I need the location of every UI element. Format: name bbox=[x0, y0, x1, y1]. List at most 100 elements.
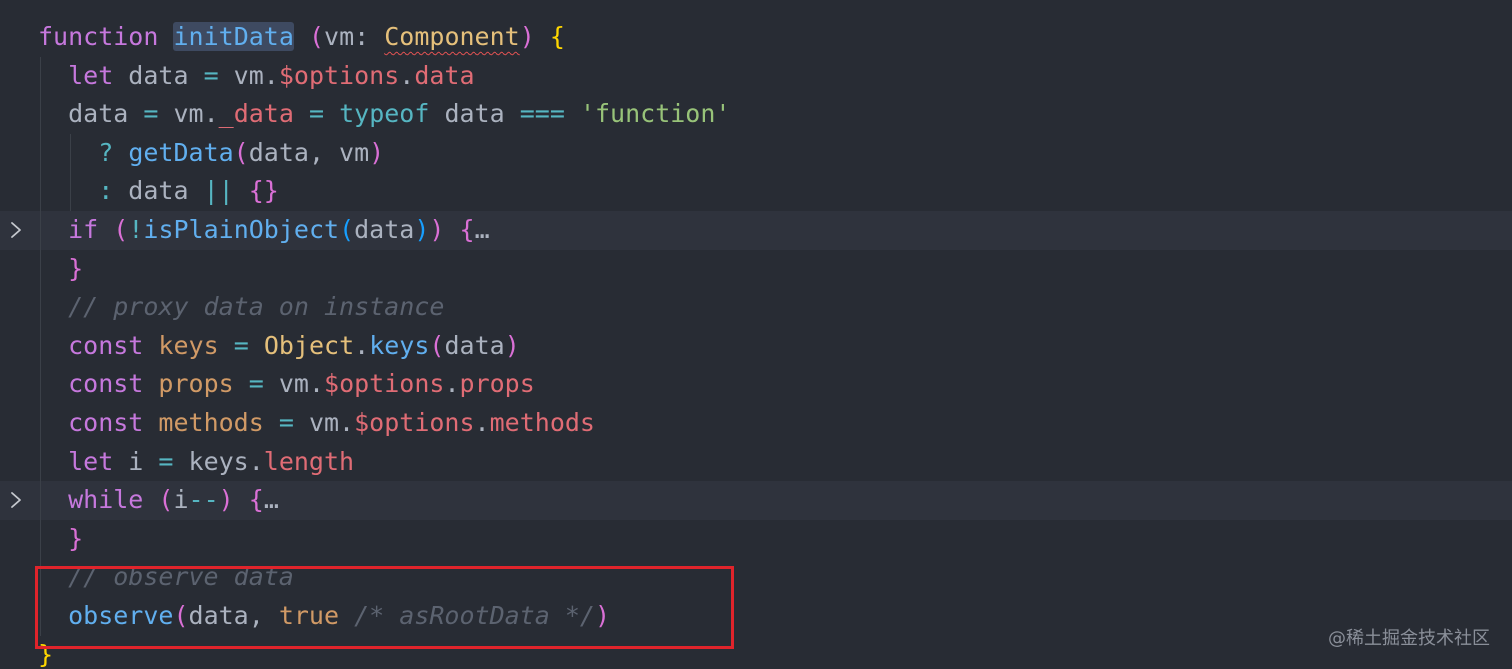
code-token: { bbox=[248, 485, 264, 515]
code-line[interactable]: observe(data, true /* asRootData */) bbox=[0, 597, 1512, 636]
code-token: // observe data bbox=[68, 562, 294, 592]
code-line[interactable]: // observe data bbox=[0, 558, 1512, 597]
indent-guide bbox=[40, 519, 41, 559]
code-line[interactable]: } bbox=[0, 636, 1512, 669]
code-token: = bbox=[143, 99, 159, 129]
code-token: ( bbox=[233, 137, 249, 167]
code-line[interactable]: function initData (vm: Component) { bbox=[0, 18, 1512, 57]
code-token: 'function' bbox=[579, 99, 731, 129]
code-text: // proxy data on instance bbox=[68, 288, 444, 327]
code-token: keys bbox=[158, 330, 219, 360]
code-token: data, bbox=[188, 601, 279, 630]
indent-guide bbox=[40, 133, 41, 173]
code-token: . bbox=[399, 60, 415, 90]
code-line[interactable]: const props = vm.$options.props bbox=[0, 365, 1512, 404]
code-text: } bbox=[68, 250, 83, 289]
code-token: = bbox=[158, 446, 174, 476]
code-text: let i = keys.length bbox=[68, 443, 354, 482]
code-line[interactable]: let i = keys.length bbox=[0, 442, 1512, 482]
code-token: ( bbox=[429, 330, 445, 360]
code-token: getData bbox=[128, 137, 234, 167]
indent-guide bbox=[40, 404, 41, 443]
indent-guide bbox=[40, 597, 41, 636]
indent-guide bbox=[40, 365, 41, 404]
code-token: ! bbox=[128, 215, 144, 244]
code-token: if bbox=[68, 215, 99, 244]
code-line[interactable]: data = vm._data = typeof data === 'funct… bbox=[0, 95, 1512, 134]
code-token: data bbox=[113, 60, 204, 90]
code-editor[interactable]: function initData (vm: Component) {let d… bbox=[0, 0, 1512, 669]
code-token: while bbox=[68, 485, 144, 515]
code-token: data bbox=[113, 176, 204, 206]
code-token: vm. bbox=[293, 408, 355, 437]
folded-code-line[interactable]: if (!isPlainObject(data)) {… bbox=[0, 211, 1512, 250]
code-line[interactable]: const keys = Object.keys(data) bbox=[0, 326, 1512, 366]
code-token: initData bbox=[173, 22, 294, 51]
indent-guide bbox=[40, 558, 41, 597]
code-token: keys bbox=[369, 330, 430, 360]
code-token: ) bbox=[218, 485, 234, 515]
code-token: const bbox=[68, 369, 144, 399]
code-token: vm. bbox=[218, 60, 279, 90]
code-token: $options bbox=[278, 60, 400, 90]
code-token: } bbox=[68, 523, 84, 553]
code-token: typeof bbox=[339, 99, 430, 129]
code-token: = bbox=[278, 408, 294, 437]
code-token: length bbox=[263, 446, 355, 476]
code-text: const methods = vm.$options.methods bbox=[68, 404, 595, 443]
code-token: ) bbox=[519, 22, 535, 51]
code-token: methods bbox=[158, 408, 264, 437]
code-token: = bbox=[203, 60, 219, 90]
code-token: i bbox=[113, 446, 159, 476]
code-token: data bbox=[444, 330, 505, 360]
code-token: $options bbox=[354, 408, 475, 437]
code-token: keys. bbox=[173, 446, 264, 476]
code-token: ( bbox=[308, 22, 325, 51]
code-line[interactable]: let data = vm.$options.data bbox=[0, 56, 1512, 96]
code-token: let bbox=[68, 446, 114, 476]
code-text: let data = vm.$options.data bbox=[68, 57, 474, 96]
code-token: { bbox=[459, 215, 475, 244]
code-line[interactable]: // proxy data on instance bbox=[0, 288, 1512, 327]
code-line[interactable]: : data || {} bbox=[0, 172, 1512, 211]
indent-guide bbox=[40, 172, 41, 211]
indent-guide bbox=[70, 172, 71, 211]
code-line[interactable]: } bbox=[0, 249, 1512, 289]
code-token: : bbox=[98, 176, 114, 206]
code-text: ? getData(data, vm) bbox=[98, 134, 384, 173]
code-line[interactable]: const methods = vm.$options.methods bbox=[0, 404, 1512, 443]
code-token: let bbox=[68, 60, 114, 90]
code-token: . bbox=[354, 330, 370, 360]
indent-guide bbox=[40, 326, 41, 366]
code-line[interactable]: } bbox=[0, 519, 1512, 559]
code-line[interactable]: ? getData(data, vm) bbox=[0, 133, 1512, 173]
code-token: ? bbox=[98, 137, 114, 167]
code-token: vm bbox=[324, 22, 355, 51]
folded-code-line[interactable]: while (i--) {… bbox=[0, 481, 1512, 520]
code-token: _data bbox=[218, 99, 294, 129]
indent-guide bbox=[40, 249, 41, 289]
chevron-right-icon[interactable] bbox=[6, 481, 26, 520]
chevron-right-icon[interactable] bbox=[6, 211, 26, 250]
code-token: ) bbox=[414, 215, 430, 244]
code-token: $options bbox=[324, 369, 445, 399]
code-token: observe bbox=[68, 601, 174, 630]
code-token: props bbox=[459, 369, 535, 399]
code-text: } bbox=[68, 520, 83, 559]
code-token: ) bbox=[504, 330, 520, 360]
code-token: ( bbox=[339, 215, 355, 244]
indent-guide bbox=[40, 211, 41, 250]
code-text: data = vm._data = typeof data === 'funct… bbox=[68, 95, 730, 134]
code-token: const bbox=[68, 408, 144, 437]
